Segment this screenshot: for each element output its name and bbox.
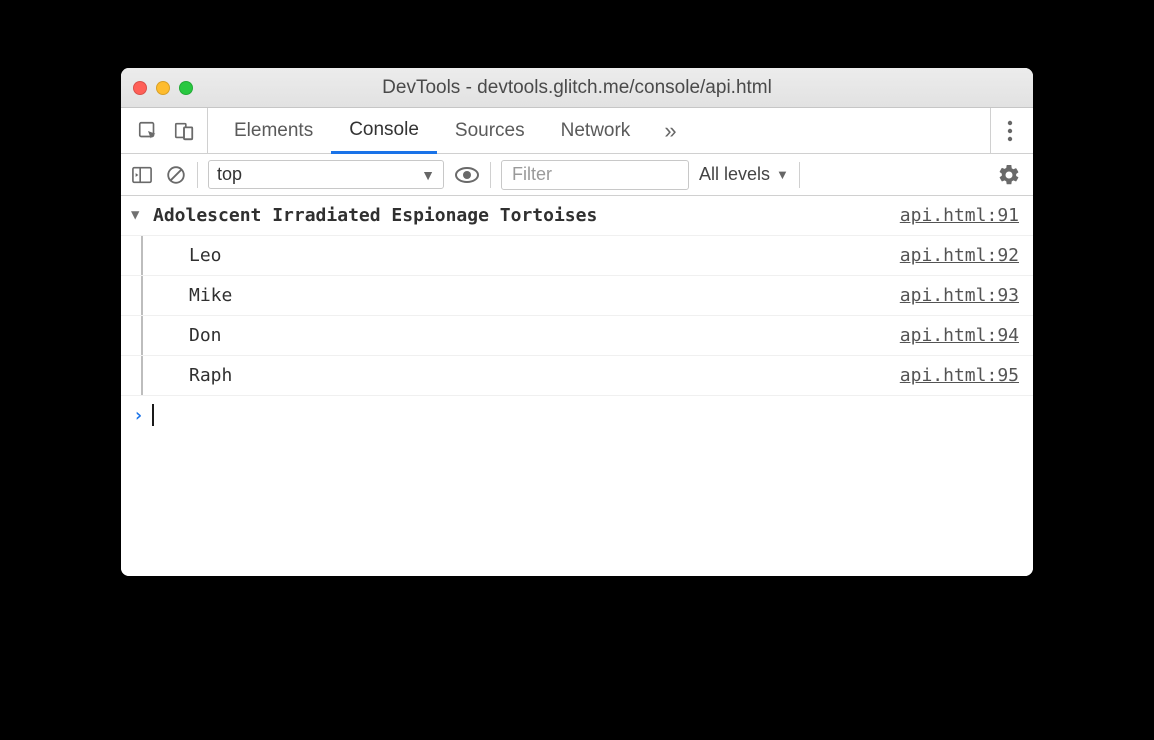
log-message: Raph (131, 362, 900, 389)
tabs: Elements Console Sources Network (208, 108, 648, 153)
context-label: top (217, 164, 242, 185)
source-link[interactable]: api.html:93 (900, 282, 1019, 309)
log-message: Don (131, 322, 900, 349)
source-link[interactable]: api.html:95 (900, 362, 1019, 389)
chevron-double-right-icon: » (664, 118, 676, 144)
kebab-icon (1007, 120, 1013, 142)
live-expression-icon[interactable] (454, 165, 480, 185)
inspect-element-icon[interactable] (137, 120, 159, 142)
source-link[interactable]: api.html:92 (900, 242, 1019, 269)
panel-tabbar: Elements Console Sources Network » (121, 108, 1033, 154)
gear-icon (997, 163, 1021, 187)
window-controls (133, 81, 193, 95)
tab-label: Elements (234, 120, 313, 142)
more-options-button[interactable] (990, 108, 1029, 153)
tab-network[interactable]: Network (543, 108, 649, 153)
console-prompt[interactable]: › (121, 396, 1033, 434)
console-log-row: Mike api.html:93 (121, 276, 1033, 316)
tab-elements[interactable]: Elements (216, 108, 331, 153)
console-output: ▼ Adolescent Irradiated Espionage Tortoi… (121, 196, 1033, 576)
execution-context-selector[interactable]: top ▼ (208, 160, 444, 189)
toolbar-left (125, 108, 208, 153)
tab-label: Console (349, 119, 419, 141)
chevron-down-icon: ▼ (421, 167, 435, 183)
console-group-header[interactable]: ▼ Adolescent Irradiated Espionage Tortoi… (121, 196, 1033, 236)
log-message: Mike (131, 282, 900, 309)
group-title: Adolescent Irradiated Espionage Tortoise… (153, 202, 900, 229)
close-window-button[interactable] (133, 81, 147, 95)
log-message: Leo (131, 242, 900, 269)
console-toolbar: top ▼ All levels ▼ (121, 154, 1033, 196)
titlebar: DevTools - devtools.glitch.me/console/ap… (121, 68, 1033, 108)
window-title: DevTools - devtools.glitch.me/console/ap… (121, 77, 1033, 99)
prompt-caret-icon: › (133, 405, 144, 426)
console-settings-button[interactable] (997, 163, 1023, 187)
levels-label: All levels (699, 164, 770, 185)
console-log-row: Raph api.html:95 (121, 356, 1033, 396)
filter-input[interactable] (501, 160, 689, 190)
devtools-window: DevTools - devtools.glitch.me/console/ap… (121, 68, 1033, 576)
log-levels-selector[interactable]: All levels ▼ (699, 164, 789, 185)
disclosure-triangle-icon[interactable]: ▼ (131, 205, 145, 226)
tab-sources[interactable]: Sources (437, 108, 543, 153)
source-link[interactable]: api.html:91 (900, 202, 1019, 229)
tab-console[interactable]: Console (331, 108, 437, 154)
chevron-down-icon: ▼ (776, 167, 789, 182)
source-link[interactable]: api.html:94 (900, 322, 1019, 349)
device-toolbar-icon[interactable] (173, 120, 195, 142)
zoom-window-button[interactable] (179, 81, 193, 95)
clear-console-icon[interactable] (165, 164, 187, 186)
tab-label: Network (561, 120, 631, 142)
tabs-overflow-button[interactable]: » (648, 108, 692, 153)
console-log-row: Don api.html:94 (121, 316, 1033, 356)
tab-label: Sources (455, 120, 525, 142)
console-log-row: Leo api.html:92 (121, 236, 1033, 276)
minimize-window-button[interactable] (156, 81, 170, 95)
show-console-sidebar-icon[interactable] (131, 165, 153, 185)
text-cursor (152, 404, 154, 426)
